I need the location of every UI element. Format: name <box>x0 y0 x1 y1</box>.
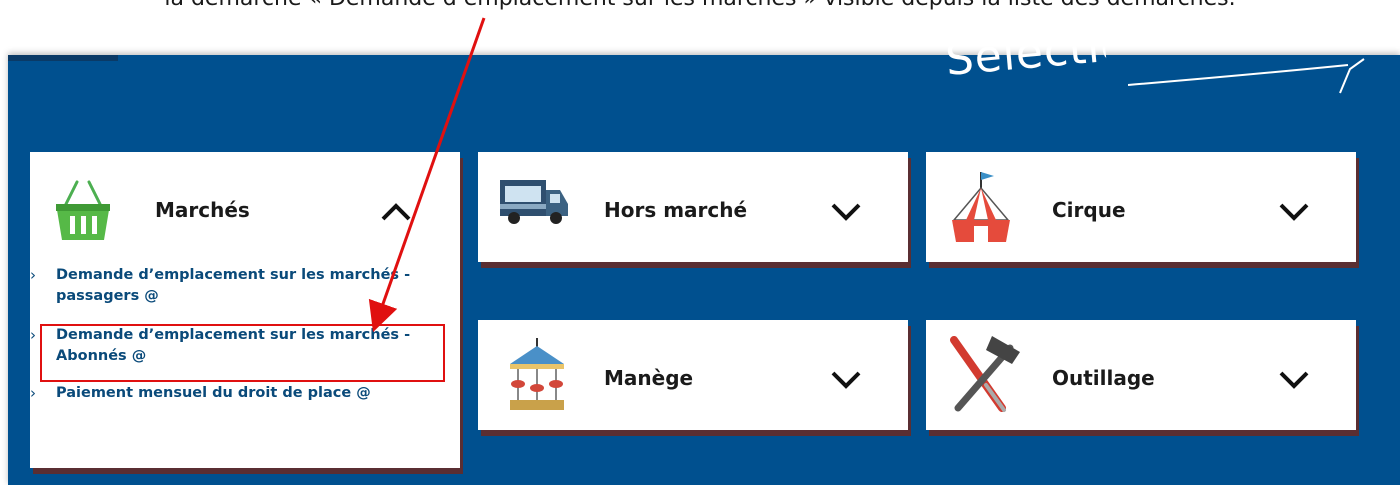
bullet-icon: › <box>30 326 36 344</box>
chevron-down-icon[interactable] <box>830 370 862 390</box>
bullet-icon: › <box>30 384 36 402</box>
chevron-down-icon[interactable] <box>830 202 862 222</box>
card-cirque-title: Cirque <box>1052 198 1126 222</box>
chevron-up-icon[interactable] <box>380 202 412 222</box>
carousel-icon <box>510 338 564 410</box>
swoosh-decoration <box>1128 58 1365 94</box>
tools-icon <box>950 336 1020 412</box>
bullet-icon: › <box>30 266 36 284</box>
link-passagers[interactable]: › Demande d’emplacement sur les marchés … <box>30 265 450 307</box>
top-caption: la démarche « Demande d’emplacement sur … <box>0 0 1400 11</box>
card-hors-marche-title: Hors marché <box>604 198 748 222</box>
card-manege-title: Manège <box>604 366 694 390</box>
chevron-down-icon[interactable] <box>1278 202 1310 222</box>
circus-tent-icon <box>952 172 1010 242</box>
select-heading: Sélectionnez <box>943 21 1108 86</box>
highlight-box <box>40 324 445 382</box>
panel-accent <box>8 55 118 61</box>
card-outillage-title: Outillage <box>1052 366 1155 390</box>
card-outillage[interactable]: Outillage <box>926 320 1356 430</box>
card-marches-header[interactable]: Marchés <box>30 152 460 264</box>
link-paiement[interactable]: › Paiement mensuel du droit de place @ <box>30 383 450 404</box>
card-hors-marche[interactable]: Hors marché <box>478 152 908 262</box>
food-truck-icon <box>500 180 568 224</box>
link-passagers-label[interactable]: Demande d’emplacement sur les marchés - … <box>56 267 410 304</box>
card-manege[interactable]: Manège <box>478 320 908 430</box>
chevron-down-icon[interactable] <box>1278 370 1310 390</box>
card-cirque[interactable]: Cirque <box>926 152 1356 262</box>
link-paiement-label[interactable]: Paiement mensuel du droit de place @ <box>56 385 371 401</box>
basket-icon <box>56 180 110 240</box>
card-marches-title: Marchés <box>155 198 250 222</box>
